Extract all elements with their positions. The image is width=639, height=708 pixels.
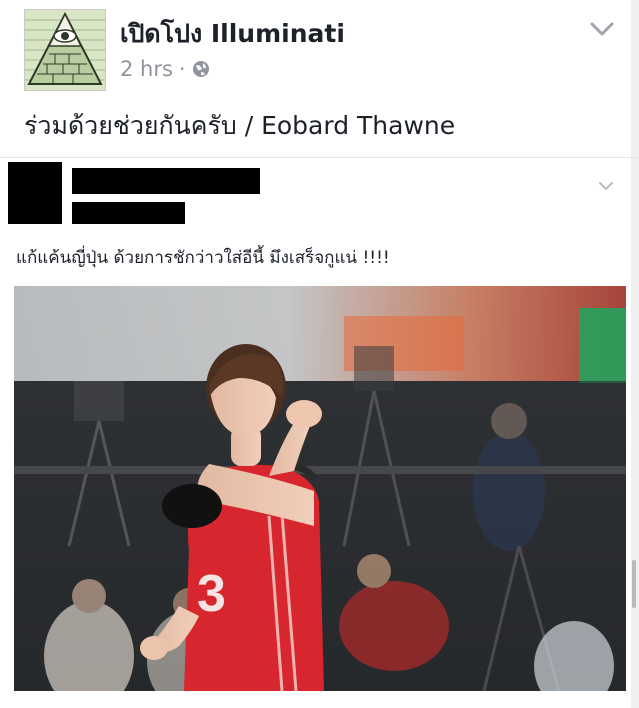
- shared-chevron-down-icon[interactable]: [598, 180, 614, 192]
- page-name-link[interactable]: เปิดโปง Illuminati: [120, 14, 345, 54]
- shared-photo[interactable]: 3: [14, 286, 626, 691]
- globe-icon[interactable]: [192, 60, 210, 78]
- post-timestamp[interactable]: 2 hrs: [120, 57, 173, 81]
- page-avatar[interactable]: [24, 9, 106, 91]
- jersey-number: 3: [197, 565, 226, 623]
- redacted-name: [72, 168, 260, 194]
- shared-post[interactable]: แก้แค้นญี่ปุ่น ด้วยการชักว่าวใส่อีนี้ มึ…: [0, 158, 628, 708]
- scrollbar[interactable]: [632, 560, 636, 608]
- meta-separator: ·: [178, 57, 186, 81]
- post-message: ร่วมด้วยช่วยกันครับ / Eobard Thawne: [24, 111, 456, 140]
- volleyball-player-image: 3: [14, 286, 626, 691]
- post-meta: 2 hrs ·: [120, 57, 210, 81]
- redacted-meta: [72, 202, 185, 224]
- post-header: เปิดโปง Illuminati 2 hrs ·: [0, 0, 639, 100]
- eye-pyramid-icon: [25, 10, 105, 90]
- chevron-down-icon[interactable]: [589, 18, 615, 40]
- shared-caption: แก้แค้นญี่ปุ่น ด้วยการชักว่าวใส่อีนี้ มึ…: [16, 248, 390, 268]
- redacted-avatar: [8, 162, 62, 224]
